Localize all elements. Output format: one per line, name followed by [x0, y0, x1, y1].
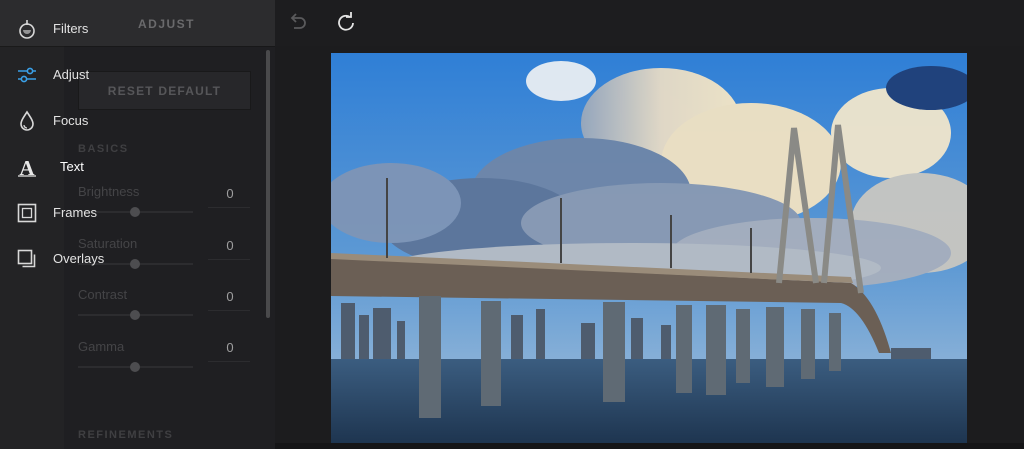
gamma-value-underline — [208, 361, 250, 362]
tool-overlays-label: Overlays — [53, 251, 105, 266]
filters-icon — [19, 20, 35, 39]
contrast-slider-thumb[interactable] — [130, 310, 140, 320]
section-refinements: REFINEMENTS — [78, 429, 174, 441]
gamma-value[interactable]: 0 — [210, 340, 250, 355]
slider-label-contrast: Contrast — [78, 287, 128, 302]
tool-text[interactable]: A Text — [0, 146, 200, 186]
tool-overlays[interactable]: Overlays — [0, 238, 200, 278]
gamma-slider[interactable] — [78, 362, 193, 372]
frames-icon — [17, 203, 37, 223]
slider-label-gamma: Gamma — [78, 339, 125, 354]
tool-frames-label: Frames — [53, 205, 98, 220]
bottom-strip — [275, 443, 1024, 449]
gamma-slider-thumb[interactable] — [130, 362, 140, 372]
text-icon: A — [18, 156, 36, 178]
brightness-value[interactable]: 0 — [210, 186, 250, 201]
tool-filters[interactable]: Filters — [0, 8, 200, 48]
tool-frames[interactable]: Frames — [0, 192, 200, 232]
tool-adjust[interactable]: Adjust — [0, 54, 200, 94]
brightness-value-underline — [208, 207, 250, 208]
contrast-value[interactable]: 0 — [210, 289, 250, 304]
photo-canvas[interactable] — [331, 53, 967, 443]
redo-icon[interactable] — [335, 11, 357, 33]
contrast-slider[interactable] — [78, 310, 193, 320]
tool-adjust-label: Adjust — [53, 67, 90, 82]
undo-icon[interactable] — [287, 11, 309, 33]
tool-rail: ADJUST RESET DEFAULT BASICS Brightness 0… — [0, 0, 275, 449]
bridge-photo — [331, 53, 967, 443]
tool-focus-label: Focus — [53, 113, 89, 128]
focus-icon — [20, 110, 34, 131]
tool-text-label: Text — [60, 159, 84, 174]
svg-text:A: A — [19, 156, 35, 178]
overlays-icon — [17, 249, 36, 268]
saturation-value-underline — [208, 259, 250, 260]
tool-focus[interactable]: Focus — [0, 100, 200, 140]
adjust-icon — [18, 67, 36, 83]
history-toolbar — [275, 0, 1024, 46]
panel-scrollbar[interactable] — [266, 50, 270, 318]
contrast-value-underline — [208, 310, 250, 311]
saturation-value[interactable]: 0 — [210, 238, 250, 253]
tool-filters-label: Filters — [53, 21, 89, 36]
